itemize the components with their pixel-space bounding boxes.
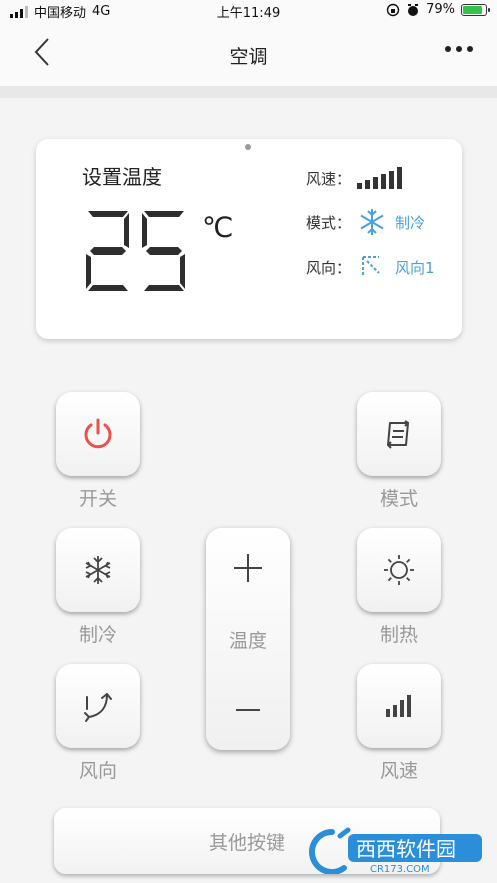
fan-speed-bars-icon (357, 167, 403, 189)
temperature-unit: ℃ (202, 211, 234, 244)
signal-bars-icon (386, 695, 411, 717)
mode-button[interactable] (357, 392, 441, 476)
other-keys-label: 其他按键 (208, 831, 285, 854)
temperature-label: 温度 (228, 630, 267, 652)
speed-button[interactable] (357, 664, 441, 748)
status-bar: 中国移动 4G 上午11:49 79% (0, 0, 497, 22)
direction-label: 风向： (306, 258, 352, 277)
more-button[interactable] (443, 40, 475, 58)
temperature-display: 25 (82, 209, 192, 297)
power-icon (84, 418, 112, 449)
cool-label: 制冷 (78, 624, 117, 646)
air-direction-icon (362, 256, 380, 277)
nav-bar: 空调 (0, 22, 497, 98)
direction-button[interactable] (56, 664, 140, 748)
display-card: 设置温度 25 ℃ 风速： 模式： (36, 139, 462, 339)
direction-value: 风向1 (395, 258, 435, 277)
more-dot-icon (456, 46, 462, 52)
temp-down-button[interactable] (206, 670, 290, 750)
heat-button[interactable] (357, 528, 441, 612)
site-watermark-logo: 西西软件园 CR173.COM (309, 827, 482, 874)
battery-icon (461, 3, 490, 16)
power-label: 开关 (78, 488, 117, 510)
mode-value: 制冷 (395, 213, 426, 232)
mode-cycle-icon (387, 420, 409, 449)
direction-row: 风向： 风向1 (306, 253, 435, 281)
cool-button[interactable] (56, 528, 140, 612)
snowflake-icon (85, 556, 111, 584)
watermark-site: CR173.COM (370, 864, 430, 874)
seven-segment-digits (86, 211, 185, 291)
plus-icon (234, 554, 262, 582)
page-indicator-dot (245, 144, 251, 150)
temp-up-button[interactable] (206, 528, 290, 608)
status-right: 79% (386, 2, 490, 17)
battery-percent: 79% (426, 2, 455, 17)
mode-label-button: 模式 (379, 488, 418, 510)
minus-icon (236, 709, 260, 711)
lock-rotation-icon (386, 3, 400, 16)
sun-icon (384, 555, 414, 585)
snowflake-icon (360, 209, 384, 235)
power-button[interactable] (56, 392, 140, 476)
heat-label: 制热 (379, 624, 418, 646)
alarm-icon (408, 3, 419, 16)
mode-row: 模式： 制冷 (306, 207, 425, 237)
mode-label: 模式： (306, 213, 352, 232)
more-dot-icon (467, 46, 473, 52)
more-dot-icon (445, 46, 451, 52)
watermark-brand: 西西软件园 (356, 837, 456, 861)
page-title: 空调 (229, 46, 268, 68)
direction-label-button: 风向 (78, 760, 117, 782)
fan-speed-row: 风速： (306, 167, 403, 189)
temperature-rocker: 温度 (206, 528, 290, 750)
air-direction-icon (84, 692, 112, 722)
set-temp-label: 设置温度 (82, 165, 162, 189)
speed-label: 风速 (379, 760, 418, 782)
fan-speed-label: 风速： (306, 169, 352, 188)
